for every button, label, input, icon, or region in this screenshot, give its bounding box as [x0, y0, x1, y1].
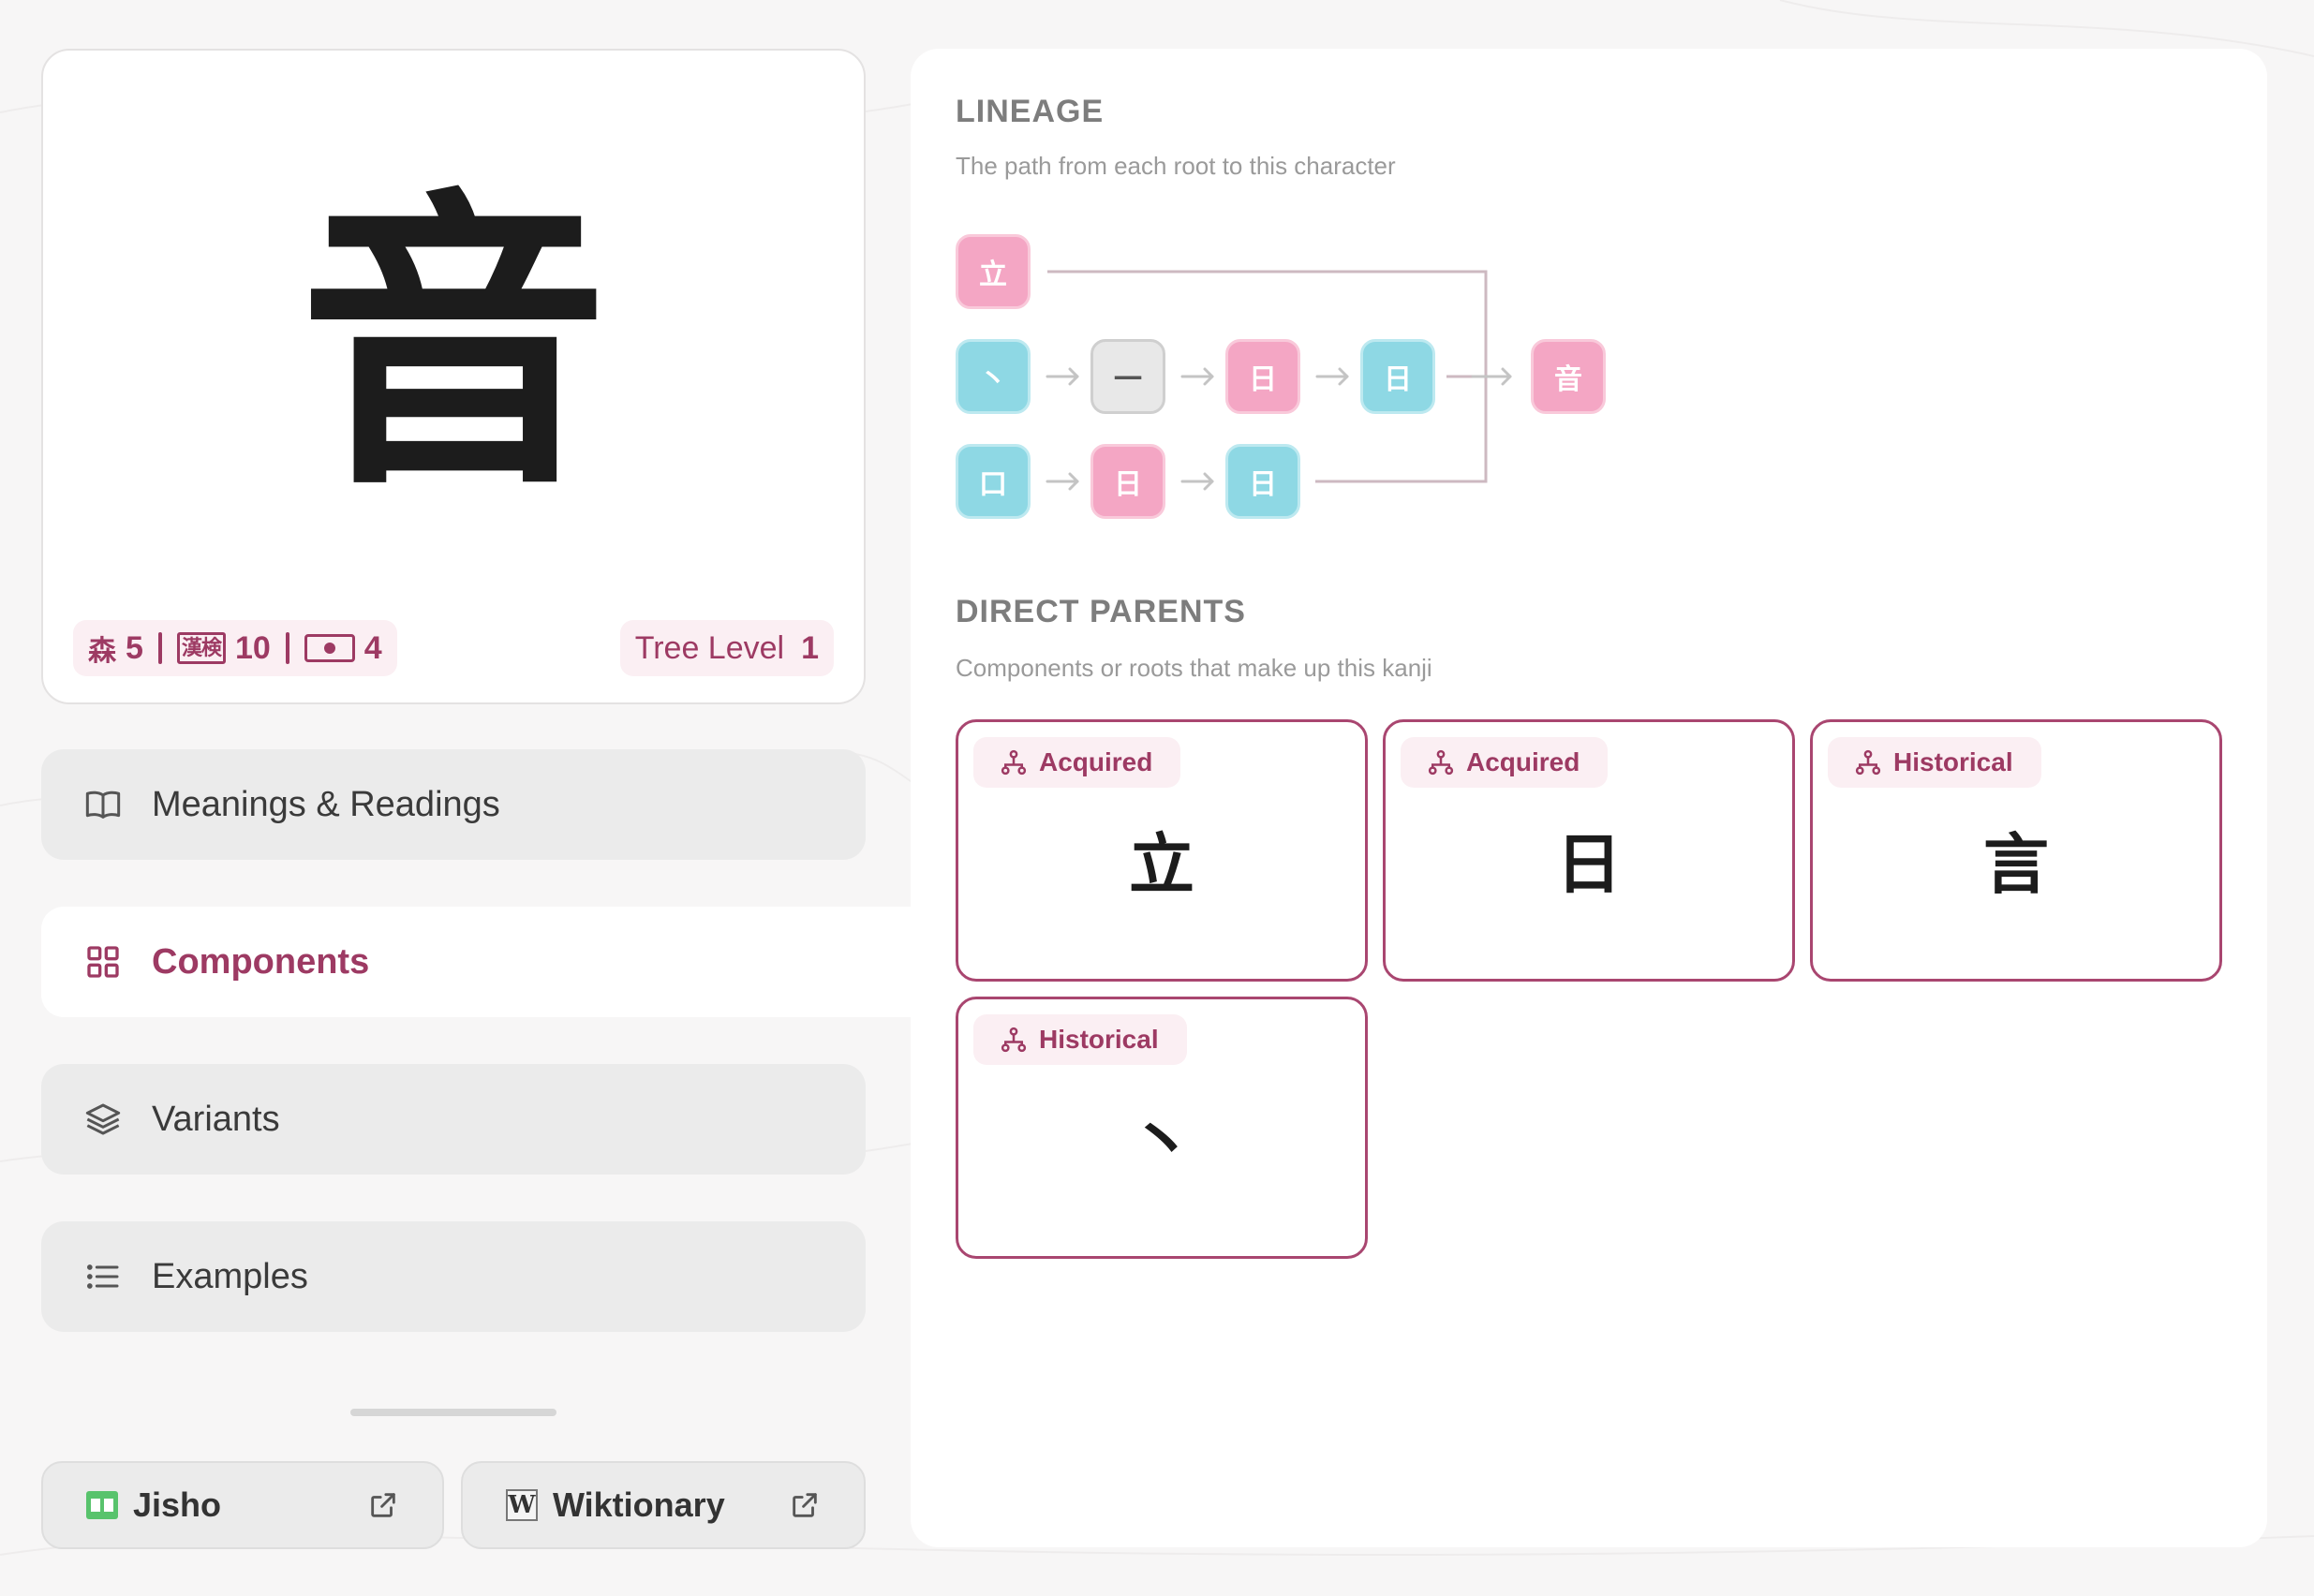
- wiktionary-logo-icon: W: [506, 1489, 538, 1521]
- external-link-icon: [371, 1493, 395, 1517]
- stroke-count: 5: [126, 629, 143, 666]
- stroke-icon: 森: [88, 636, 116, 667]
- nav-components[interactable]: Components: [41, 907, 912, 1017]
- tree-level-value: 1: [801, 629, 819, 666]
- grid-icon: [84, 943, 122, 981]
- lineage-tile[interactable]: 口: [956, 444, 1031, 519]
- hierarchy-icon: [1001, 1027, 1027, 1053]
- kanken-icon: 漢検: [176, 632, 226, 664]
- parent-kanji: 丶: [1129, 1103, 1194, 1180]
- wiktionary-label: Wiktionary: [553, 1485, 725, 1524]
- direct-parents-title: DIRECT PARENTS: [956, 594, 1246, 629]
- main-kanji: 音: [299, 166, 608, 525]
- lineage-tile[interactable]: 日: [1090, 444, 1165, 519]
- hierarchy-icon: [1428, 749, 1454, 776]
- parent-kanji: 日: [1556, 826, 1622, 903]
- parent-card[interactable]: Acquired 日: [1383, 719, 1795, 982]
- divider: [285, 632, 289, 664]
- drag-handle[interactable]: [350, 1409, 556, 1416]
- nav-components-label: Components: [152, 941, 370, 982]
- kanken-level: 10: [234, 629, 271, 666]
- hierarchy-icon: [1001, 749, 1027, 776]
- jlpt-level: 4: [363, 629, 382, 666]
- external-link-icon: [793, 1493, 817, 1517]
- parent-type-badge: Historical: [1828, 737, 2041, 788]
- kanken-stat: 漢検 10: [176, 629, 271, 667]
- jisho-logo-icon: [86, 1491, 118, 1519]
- parent-card[interactable]: Historical 丶: [956, 997, 1368, 1259]
- hierarchy-icon: [1855, 749, 1881, 776]
- jlpt-stat: 4: [304, 630, 382, 667]
- lineage-tile[interactable]: 日: [1225, 339, 1300, 414]
- lineage-tile[interactable]: 日: [1360, 339, 1435, 414]
- divider: [157, 632, 162, 664]
- tree-level-label: Tree Level: [634, 629, 785, 666]
- nav-meanings-readings[interactable]: Meanings & Readings: [41, 749, 866, 860]
- components-panel: LINEAGE The path from each root to this …: [911, 49, 2267, 1547]
- parent-type-badge: Acquired: [1401, 737, 1609, 788]
- lineage-tile[interactable]: 一: [1090, 339, 1165, 414]
- lineage-result-tile[interactable]: 音: [1531, 339, 1606, 414]
- nav-meanings-label: Meanings & Readings: [152, 784, 500, 824]
- parent-type-label: Historical: [1039, 1025, 1159, 1054]
- parent-type-badge: Historical: [973, 1014, 1187, 1065]
- direct-parents-subtitle: Components or roots that make up this ka…: [956, 654, 1432, 682]
- nav-variants[interactable]: Variants: [41, 1064, 866, 1175]
- parent-type-label: Acquired: [1039, 747, 1153, 776]
- parent-kanji: 言: [1983, 826, 2049, 903]
- list-icon: [84, 1258, 122, 1295]
- wiktionary-link[interactable]: W Wiktionary: [461, 1461, 866, 1549]
- nav-variants-label: Variants: [152, 1099, 280, 1139]
- lineage-tile[interactable]: 立: [956, 234, 1031, 309]
- tree-level-badge: Tree Level 1: [619, 620, 834, 676]
- parent-type-badge: Acquired: [973, 737, 1181, 788]
- jlpt-flag-icon: [304, 634, 355, 662]
- book-icon: [84, 786, 122, 823]
- lineage-tile[interactable]: 日: [1225, 444, 1300, 519]
- parent-card[interactable]: Historical 言: [1810, 719, 2222, 982]
- stroke-stat: 森 5: [88, 628, 143, 669]
- parent-card[interactable]: Acquired 立: [956, 719, 1368, 982]
- parent-kanji: 立: [1129, 826, 1194, 903]
- nav-examples-label: Examples: [152, 1256, 308, 1296]
- lineage-tile[interactable]: 丶: [956, 339, 1031, 414]
- app-root: 音 森 5 漢検 10 4 Tree Level 1 Meanings & Re…: [0, 0, 2314, 1596]
- layers-icon: [84, 1101, 122, 1138]
- kanji-card: 音 森 5 漢検 10 4 Tree Level 1: [41, 49, 866, 704]
- parent-type-label: Historical: [1893, 747, 2013, 776]
- parent-type-label: Acquired: [1466, 747, 1580, 776]
- jisho-link[interactable]: Jisho: [41, 1461, 444, 1549]
- nav-examples[interactable]: Examples: [41, 1221, 866, 1332]
- kanji-stats: 森 5 漢検 10 4: [73, 620, 397, 676]
- jisho-label: Jisho: [133, 1485, 222, 1524]
